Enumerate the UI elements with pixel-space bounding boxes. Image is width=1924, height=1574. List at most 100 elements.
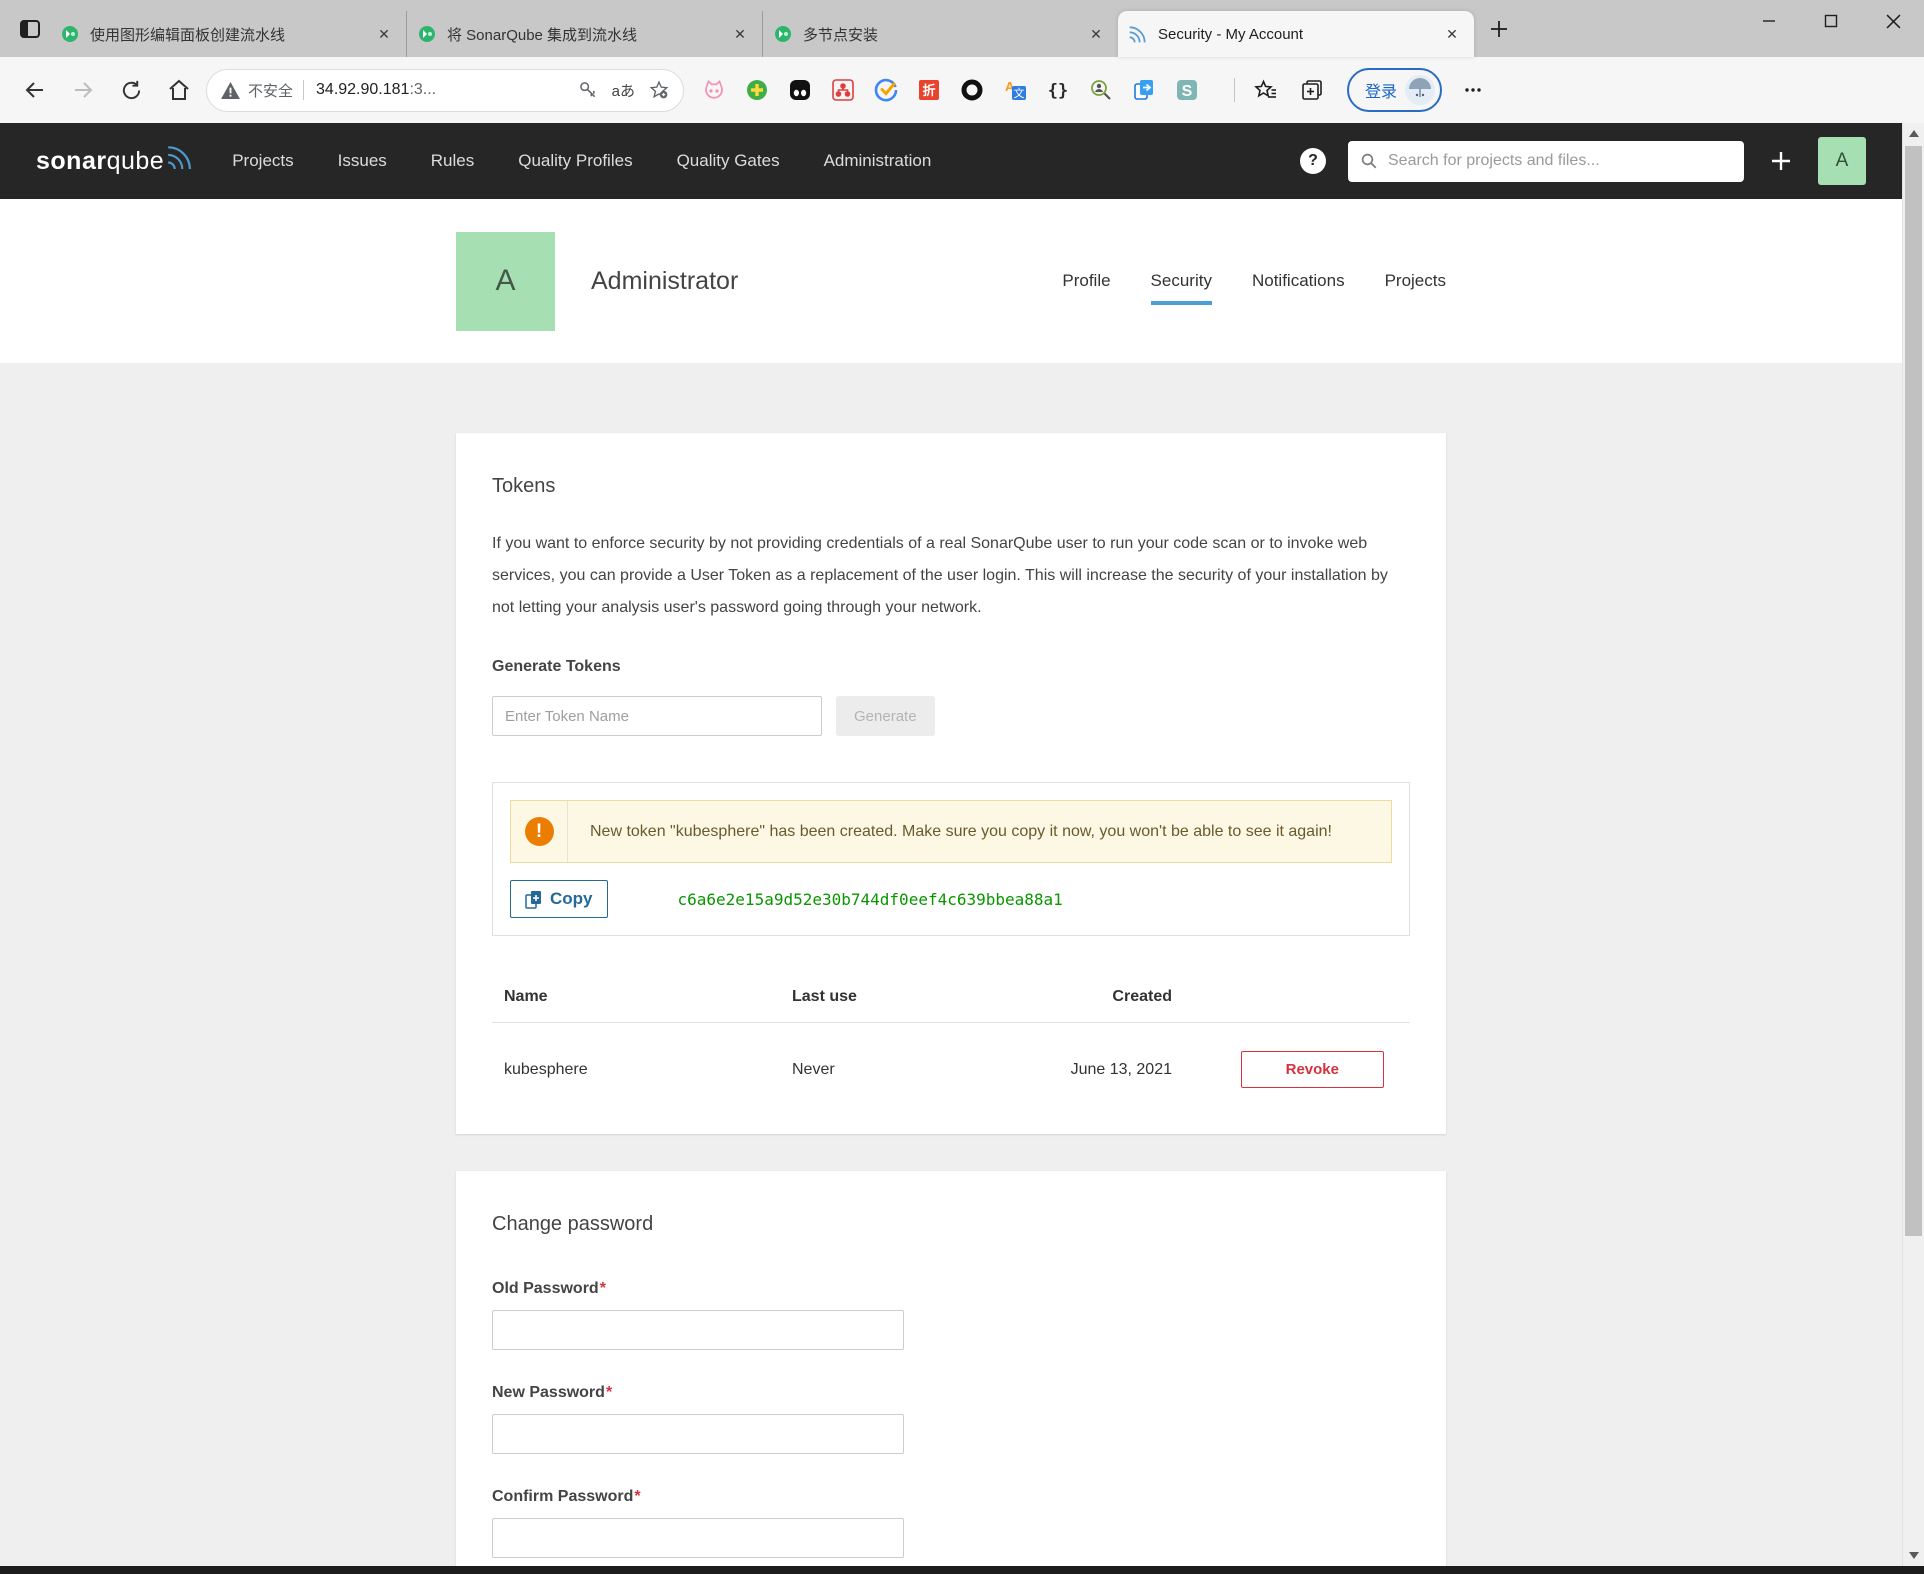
add-favorite-star-icon[interactable] xyxy=(649,80,669,100)
password-key-icon[interactable] xyxy=(578,80,598,100)
tab-title: 多节点安装 xyxy=(803,24,1078,45)
confirm-password-label: Confirm Password* xyxy=(492,1488,641,1505)
translate-icon[interactable]: aあ xyxy=(612,80,635,101)
url-text[interactable]: 34.92.90.181:3... xyxy=(316,81,436,99)
token-name-input[interactable] xyxy=(492,696,822,736)
copy-share-extension-icon[interactable] xyxy=(1130,77,1157,104)
nav-item-administration[interactable]: Administration xyxy=(824,151,932,171)
add-project-plus-icon[interactable] xyxy=(1770,150,1792,172)
nav-item-quality-profiles[interactable]: Quality Profiles xyxy=(518,151,632,171)
search-icon xyxy=(1360,152,1378,170)
user-avatar[interactable]: A xyxy=(1818,137,1866,185)
org-chart-extension-icon[interactable] xyxy=(829,77,856,104)
login-label: 登录 xyxy=(1365,78,1397,102)
translate-extension-icon[interactable]: A文 xyxy=(1001,77,1028,104)
page-title: Administrator xyxy=(591,267,738,296)
collections-icon[interactable] xyxy=(1295,73,1329,107)
forward-button[interactable] xyxy=(62,69,104,111)
tokens-card: Tokens If you want to enforce security b… xyxy=(456,433,1446,1134)
nav-item-rules[interactable]: Rules xyxy=(431,151,474,171)
back-button[interactable] xyxy=(14,69,56,111)
tab-projects[interactable]: Projects xyxy=(1385,271,1446,305)
token-created-message: New token "kubesphere" has been created.… xyxy=(568,801,1354,862)
not-secure-warning-icon[interactable] xyxy=(221,82,240,99)
table-row: kubesphere Never June 13, 2021 Revoke xyxy=(492,1023,1410,1098)
required-asterisk: * xyxy=(634,1488,640,1505)
browser-tab-active[interactable]: Security - My Account ✕ xyxy=(1118,11,1474,57)
maximize-button[interactable] xyxy=(1800,0,1862,42)
tokens-table: Name Last use Created kubesphere Never J… xyxy=(492,980,1410,1098)
search-input[interactable] xyxy=(1386,151,1732,171)
browser-tab-3[interactable]: 多节点安装 ✕ xyxy=(762,11,1118,57)
home-button[interactable] xyxy=(158,69,200,111)
copy-icon xyxy=(525,890,542,909)
browser-profile-avatar xyxy=(1405,75,1435,105)
reload-button[interactable] xyxy=(110,69,152,111)
panda-extension-icon[interactable] xyxy=(786,77,813,104)
json-braces-extension-icon[interactable]: {} xyxy=(1044,77,1071,104)
browser-tab-1[interactable]: 使用图形编辑面板创建流水线 ✕ xyxy=(50,11,406,57)
tab-close-icon[interactable]: ✕ xyxy=(1440,22,1464,46)
kubesphere-favicon xyxy=(417,24,437,44)
minimize-button[interactable] xyxy=(1738,0,1800,42)
nav-item-quality-gates[interactable]: Quality Gates xyxy=(677,151,780,171)
new-tab-button[interactable] xyxy=(1480,10,1518,48)
nav-item-issues[interactable]: Issues xyxy=(338,151,387,171)
token-name-cell: kubesphere xyxy=(504,1061,792,1079)
browser-login-button[interactable]: 登录 xyxy=(1347,68,1442,112)
zhe-coupon-extension-icon[interactable]: 折 xyxy=(915,77,942,104)
account-header: A Administrator Profile Security Notific… xyxy=(0,199,1902,363)
browser-tab-2[interactable]: 将 SonarQube 集成到流水线 ✕ xyxy=(406,11,762,57)
global-search-box[interactable] xyxy=(1348,141,1744,182)
column-header-created: Created xyxy=(1032,988,1172,1006)
nav-item-projects[interactable]: Projects xyxy=(232,151,293,171)
scrollbar-down-arrow[interactable] xyxy=(1903,1545,1924,1566)
page-scrollbar[interactable] xyxy=(1902,123,1924,1566)
new-password-label: New Password* xyxy=(492,1384,612,1401)
ring-extension-icon[interactable] xyxy=(958,77,985,104)
revoke-button[interactable]: Revoke xyxy=(1241,1051,1384,1088)
tab-title: 使用图形编辑面板创建流水线 xyxy=(90,24,366,45)
tab-actions-menu-button[interactable] xyxy=(10,9,50,49)
settings-more-icon[interactable] xyxy=(1456,73,1490,107)
address-bar[interactable]: 不安全 34.92.90.181:3... aあ xyxy=(206,69,684,112)
old-password-input[interactable] xyxy=(492,1310,904,1350)
browser-tab-strip: 使用图形编辑面板创建流水线 ✕ 将 SonarQube 集成到流水线 ✕ 多节点… xyxy=(0,0,1924,57)
svg-text:S: S xyxy=(1181,83,1192,100)
token-last-use-cell: Never xyxy=(792,1061,1032,1079)
copy-token-button[interactable]: Copy xyxy=(510,880,608,918)
confirm-password-input[interactable] xyxy=(492,1518,904,1558)
vertical-tabs-icon xyxy=(18,17,42,41)
new-password-input[interactable] xyxy=(492,1414,904,1454)
favorites-icon[interactable] xyxy=(1249,73,1283,107)
browser-window: 使用图形编辑面板创建流水线 ✕ 将 SonarQube 集成到流水线 ✕ 多节点… xyxy=(0,0,1924,1574)
tab-notifications[interactable]: Notifications xyxy=(1252,271,1345,305)
tab-close-icon[interactable]: ✕ xyxy=(1084,22,1108,46)
confirm-password-field: Confirm Password* xyxy=(492,1488,1410,1558)
green-plus-extension-icon[interactable] xyxy=(743,77,770,104)
account-avatar: A xyxy=(456,232,555,331)
account-tabs: Profile Security Notifications Projects xyxy=(1062,271,1446,291)
change-password-heading: Change password xyxy=(492,1213,1410,1236)
tab-close-icon[interactable]: ✕ xyxy=(372,22,396,46)
cat-extension-icon[interactable] xyxy=(700,77,727,104)
tab-close-icon[interactable]: ✕ xyxy=(728,22,752,46)
help-icon[interactable]: ? xyxy=(1300,148,1326,174)
close-window-button[interactable] xyxy=(1862,0,1924,42)
kubesphere-favicon xyxy=(773,24,793,44)
token-created-alert: ! New token "kubesphere" has been create… xyxy=(510,800,1392,863)
sonarqube-logo[interactable]: sonarqube xyxy=(36,147,192,176)
not-secure-label[interactable]: 不安全 xyxy=(248,80,293,101)
page-content: sonarqube Projects Issues Rules Quality … xyxy=(0,123,1902,1566)
scrollbar-thumb[interactable] xyxy=(1905,146,1922,1236)
new-token-panel: ! New token "kubesphere" has been create… xyxy=(492,782,1410,936)
person-search-extension-icon[interactable] xyxy=(1087,77,1114,104)
s-extension-icon[interactable]: S xyxy=(1173,77,1200,104)
tab-title: Security - My Account xyxy=(1158,26,1434,43)
tab-profile[interactable]: Profile xyxy=(1062,271,1110,305)
tick-extension-icon[interactable] xyxy=(872,77,899,104)
sonarqube-navbar: sonarqube Projects Issues Rules Quality … xyxy=(0,123,1902,199)
generate-button[interactable]: Generate xyxy=(836,696,935,736)
tab-security[interactable]: Security xyxy=(1151,271,1212,305)
scrollbar-up-arrow[interactable] xyxy=(1903,123,1924,144)
